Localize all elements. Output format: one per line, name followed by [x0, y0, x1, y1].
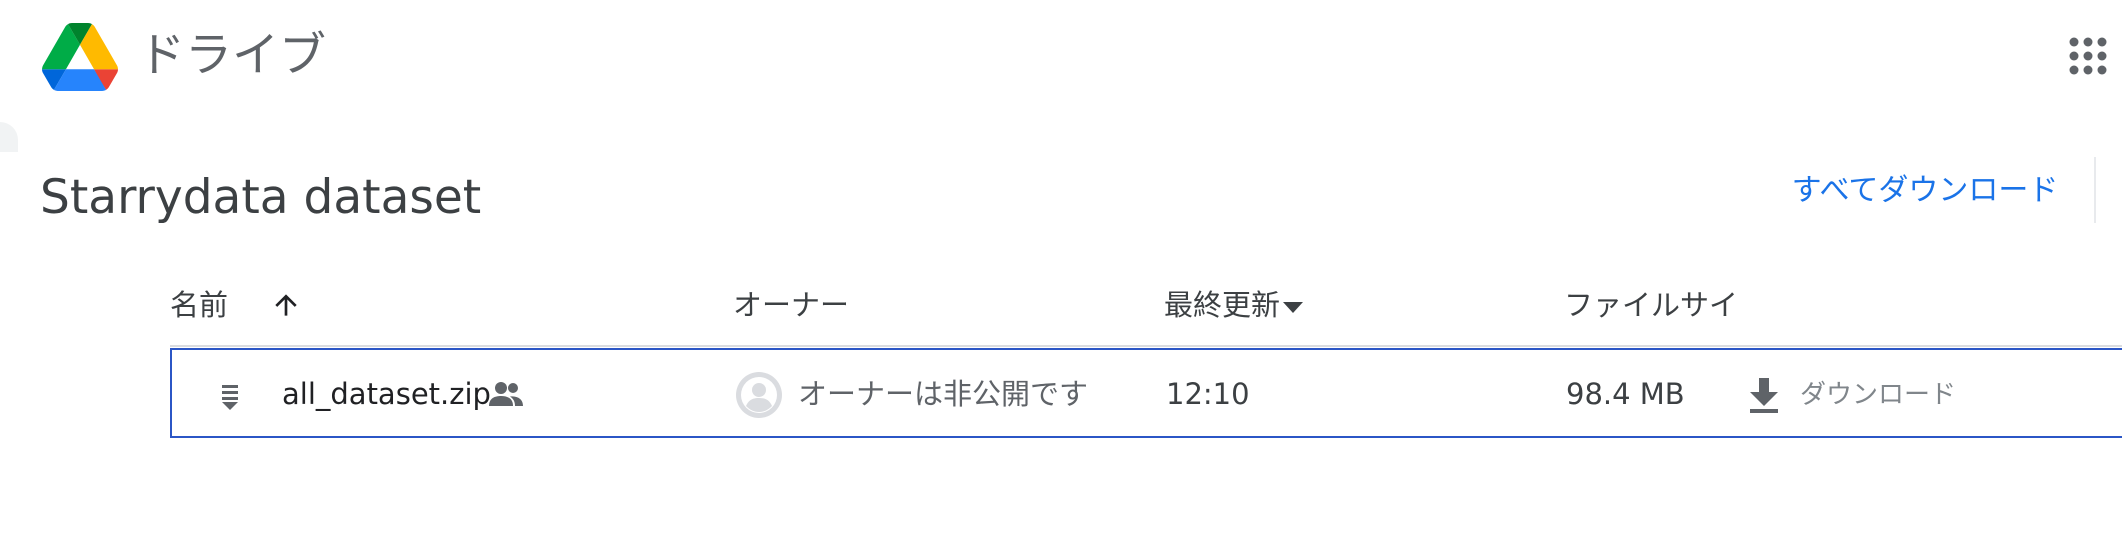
download-all-button[interactable]: すべてダウンロード: [1790, 169, 2060, 213]
header-divider-line: [170, 345, 2122, 347]
column-header-modified[interactable]: 最終更新: [1164, 285, 1280, 325]
file-size: 98.4 MB: [1566, 377, 1685, 411]
header-divider: [2094, 157, 2096, 223]
dropdown-caret-icon[interactable]: [1283, 299, 1303, 313]
file-name[interactable]: all_dataset.zip: [282, 372, 491, 416]
column-header-name[interactable]: 名前: [170, 285, 228, 325]
anonymous-avatar-icon: [736, 372, 782, 418]
sort-ascending-arrow-icon[interactable]: [270, 289, 302, 321]
side-panel-edge: [0, 122, 18, 152]
download-button[interactable]: ダウンロード: [1748, 370, 1998, 420]
zip-file-icon: [220, 384, 240, 410]
column-header-size: ファイルサイ: [1564, 288, 1739, 322]
modified-time: 12:10: [1166, 377, 1250, 411]
download-label: ダウンロード: [1800, 380, 1957, 410]
table-row[interactable]: all_dataset.zip オーナーは非公開です 12:10 98.4 MB: [170, 348, 2122, 438]
drive-shared-folder-page: ドライブ Starrydata dataset すべてダウンロード 名前 オーナ…: [0, 0, 2122, 538]
folder-title: Starrydata dataset: [40, 170, 482, 225]
app-title: ドライブ: [138, 28, 326, 83]
apps-grid-icon[interactable]: [2068, 36, 2108, 76]
owner-text: オーナーは非公開です: [798, 377, 1089, 411]
download-icon: [1748, 378, 1780, 414]
google-drive-logo-icon[interactable]: [42, 22, 118, 92]
people-icon: [488, 380, 524, 408]
column-header-owner: オーナー: [733, 288, 850, 322]
